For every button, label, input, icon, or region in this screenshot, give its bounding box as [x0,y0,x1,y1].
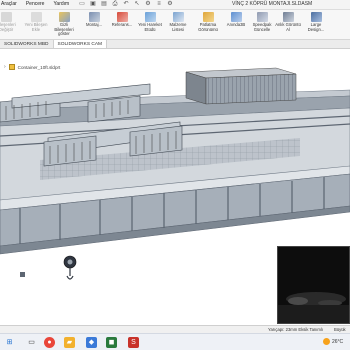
ribbon-label: Malzeme Listesi [169,22,187,32]
menu-item-yardim[interactable]: Yardım [52,1,70,7]
quick-access-toolbar: ▭ ▣ ▤ ⎙ ↶ ↖ ⚙ ≡ ⚙ [78,1,174,8]
show-hidden-components-icon [58,12,70,22]
print-icon[interactable]: ⎙ [111,1,119,8]
ribbon-label: Speedpak Güncelle [252,22,272,32]
camera-snapshot-icon [282,12,294,22]
temperature-text: 26°C [332,338,344,345]
take-snapshot-button[interactable]: Anlık Görüntü Al [274,12,302,38]
large-design-review-icon [310,12,322,22]
replace-components-button[interactable]: Bileşenleri Değiştir [0,12,20,38]
ribbon-label: Referans... [111,22,133,27]
assembly-features-button[interactable]: Montaj... [80,12,108,38]
file-explorer-icon[interactable]: ▰ [64,337,75,348]
update-speedpak-button[interactable]: Speedpak Güncelle [248,12,276,38]
ribbon-label: Patlatma Görünümü [198,22,218,32]
small-part-marker [20,272,25,277]
select-arrow-icon[interactable]: ↖ [133,1,141,8]
webcam-feed [278,247,349,323]
container-side [205,73,297,105]
speedpak-icon [256,12,268,22]
tab-solidworks-mbd[interactable]: SOLIDWORKS MBD [0,40,54,48]
menu-bar: Araçlar Pencere Yardım [0,1,70,7]
store-icon[interactable]: ◆ [86,337,97,348]
breadcrumb[interactable]: › Container_10ft.sldprt [4,64,60,70]
chrome-browser-icon[interactable]: ● [44,337,55,348]
taskbar: ⊞ ▭ ● ▰ ◆ ◼ S 26°C [0,333,350,350]
undo-icon[interactable]: ↶ [122,1,130,8]
ribbon-label: Anlık Görüntü Al [275,22,301,32]
assembly-features-icon [88,12,100,22]
save-icon[interactable]: ▤ [100,1,108,8]
ribbon-label: Anında3B [226,22,246,27]
breadcrumb-part-name: Container_10ft.sldprt [17,64,61,70]
new-component-icon [30,12,42,22]
menu-item-araclar[interactable]: Araçlar [0,1,18,7]
ribbon-label: Yeni Hareket Etüdü [138,22,162,32]
graphics-area[interactable]: › Container_10ft.sldprt [0,50,350,325]
motion-study-icon [144,12,156,22]
ribbon-label: Yeni Bileşen Ekle [24,22,48,32]
bill-of-materials-icon [172,12,184,22]
file-properties-icon[interactable]: ≡ [155,1,163,8]
solidworks-icon[interactable]: S [128,337,139,348]
ribbon-label: Bileşenleri Değiştir [0,22,16,32]
command-manager-ribbon: Bileşenleri Değiştir Yeni Bileşen Ekle G… [0,10,350,40]
rebuild-icon[interactable]: ⚙ [144,1,152,8]
hook-block [63,255,77,280]
part-icon [8,64,15,70]
status-bar: Yarıçapı: 23mm Eksik Tanımlı Büyük [0,325,350,333]
weather-widget[interactable]: 26°C [323,338,343,345]
menu-item-pencere[interactable]: Pencere [25,1,46,7]
new-component-button[interactable]: Yeni Bileşen Ekle [22,12,50,38]
open-folder-icon[interactable]: ▣ [89,1,97,8]
chevron-right-icon: › [4,64,6,70]
instant3d-button[interactable]: Anında3B [222,12,250,38]
document-title: VİNÇ 2 KÖPRÜ MONTAJI.SLDASM [232,1,313,7]
title-bar: Araçlar Pencere Yardım ▭ ▣ ▤ ⎙ ↶ ↖ ⚙ ≡ ⚙… [0,0,350,10]
ribbon-label: Large Design... [307,22,325,32]
new-document-icon[interactable]: ▭ [78,1,86,8]
show-hidden-components-button[interactable]: Gizli Bileşenleri göster [50,12,78,38]
command-manager-tabs: SOLIDWORKS MBD SOLIDWORKS CAM [0,40,350,49]
app-icon[interactable]: ◼ [106,337,117,348]
new-motion-study-button[interactable]: Yeni Hareket Etüdü [136,12,164,38]
exploded-view-button[interactable]: Patlatma Görünümü [194,12,222,38]
webcam-overlay[interactable] [277,246,350,324]
task-view-icon[interactable]: ▭ [26,337,37,348]
windows-start-icon[interactable]: ⊞ [4,337,15,348]
reference-geometry-button[interactable]: Referans... [108,12,136,38]
sun-icon [323,338,330,345]
tab-solidworks-cam[interactable]: SOLIDWORKS CAM [53,40,108,48]
reference-geometry-icon [116,12,128,22]
replace-components-icon [0,12,12,22]
exploded-view-icon [202,12,214,22]
bill-of-materials-button[interactable]: Malzeme Listesi [164,12,192,38]
ribbon-label: Gizli Bileşenleri göster [54,22,74,37]
large-design-review-button[interactable]: Large Design... [302,12,330,38]
options-gear-icon[interactable]: ⚙ [166,1,174,8]
ribbon-label: Montaj... [85,22,103,27]
instant3d-icon [230,12,242,22]
